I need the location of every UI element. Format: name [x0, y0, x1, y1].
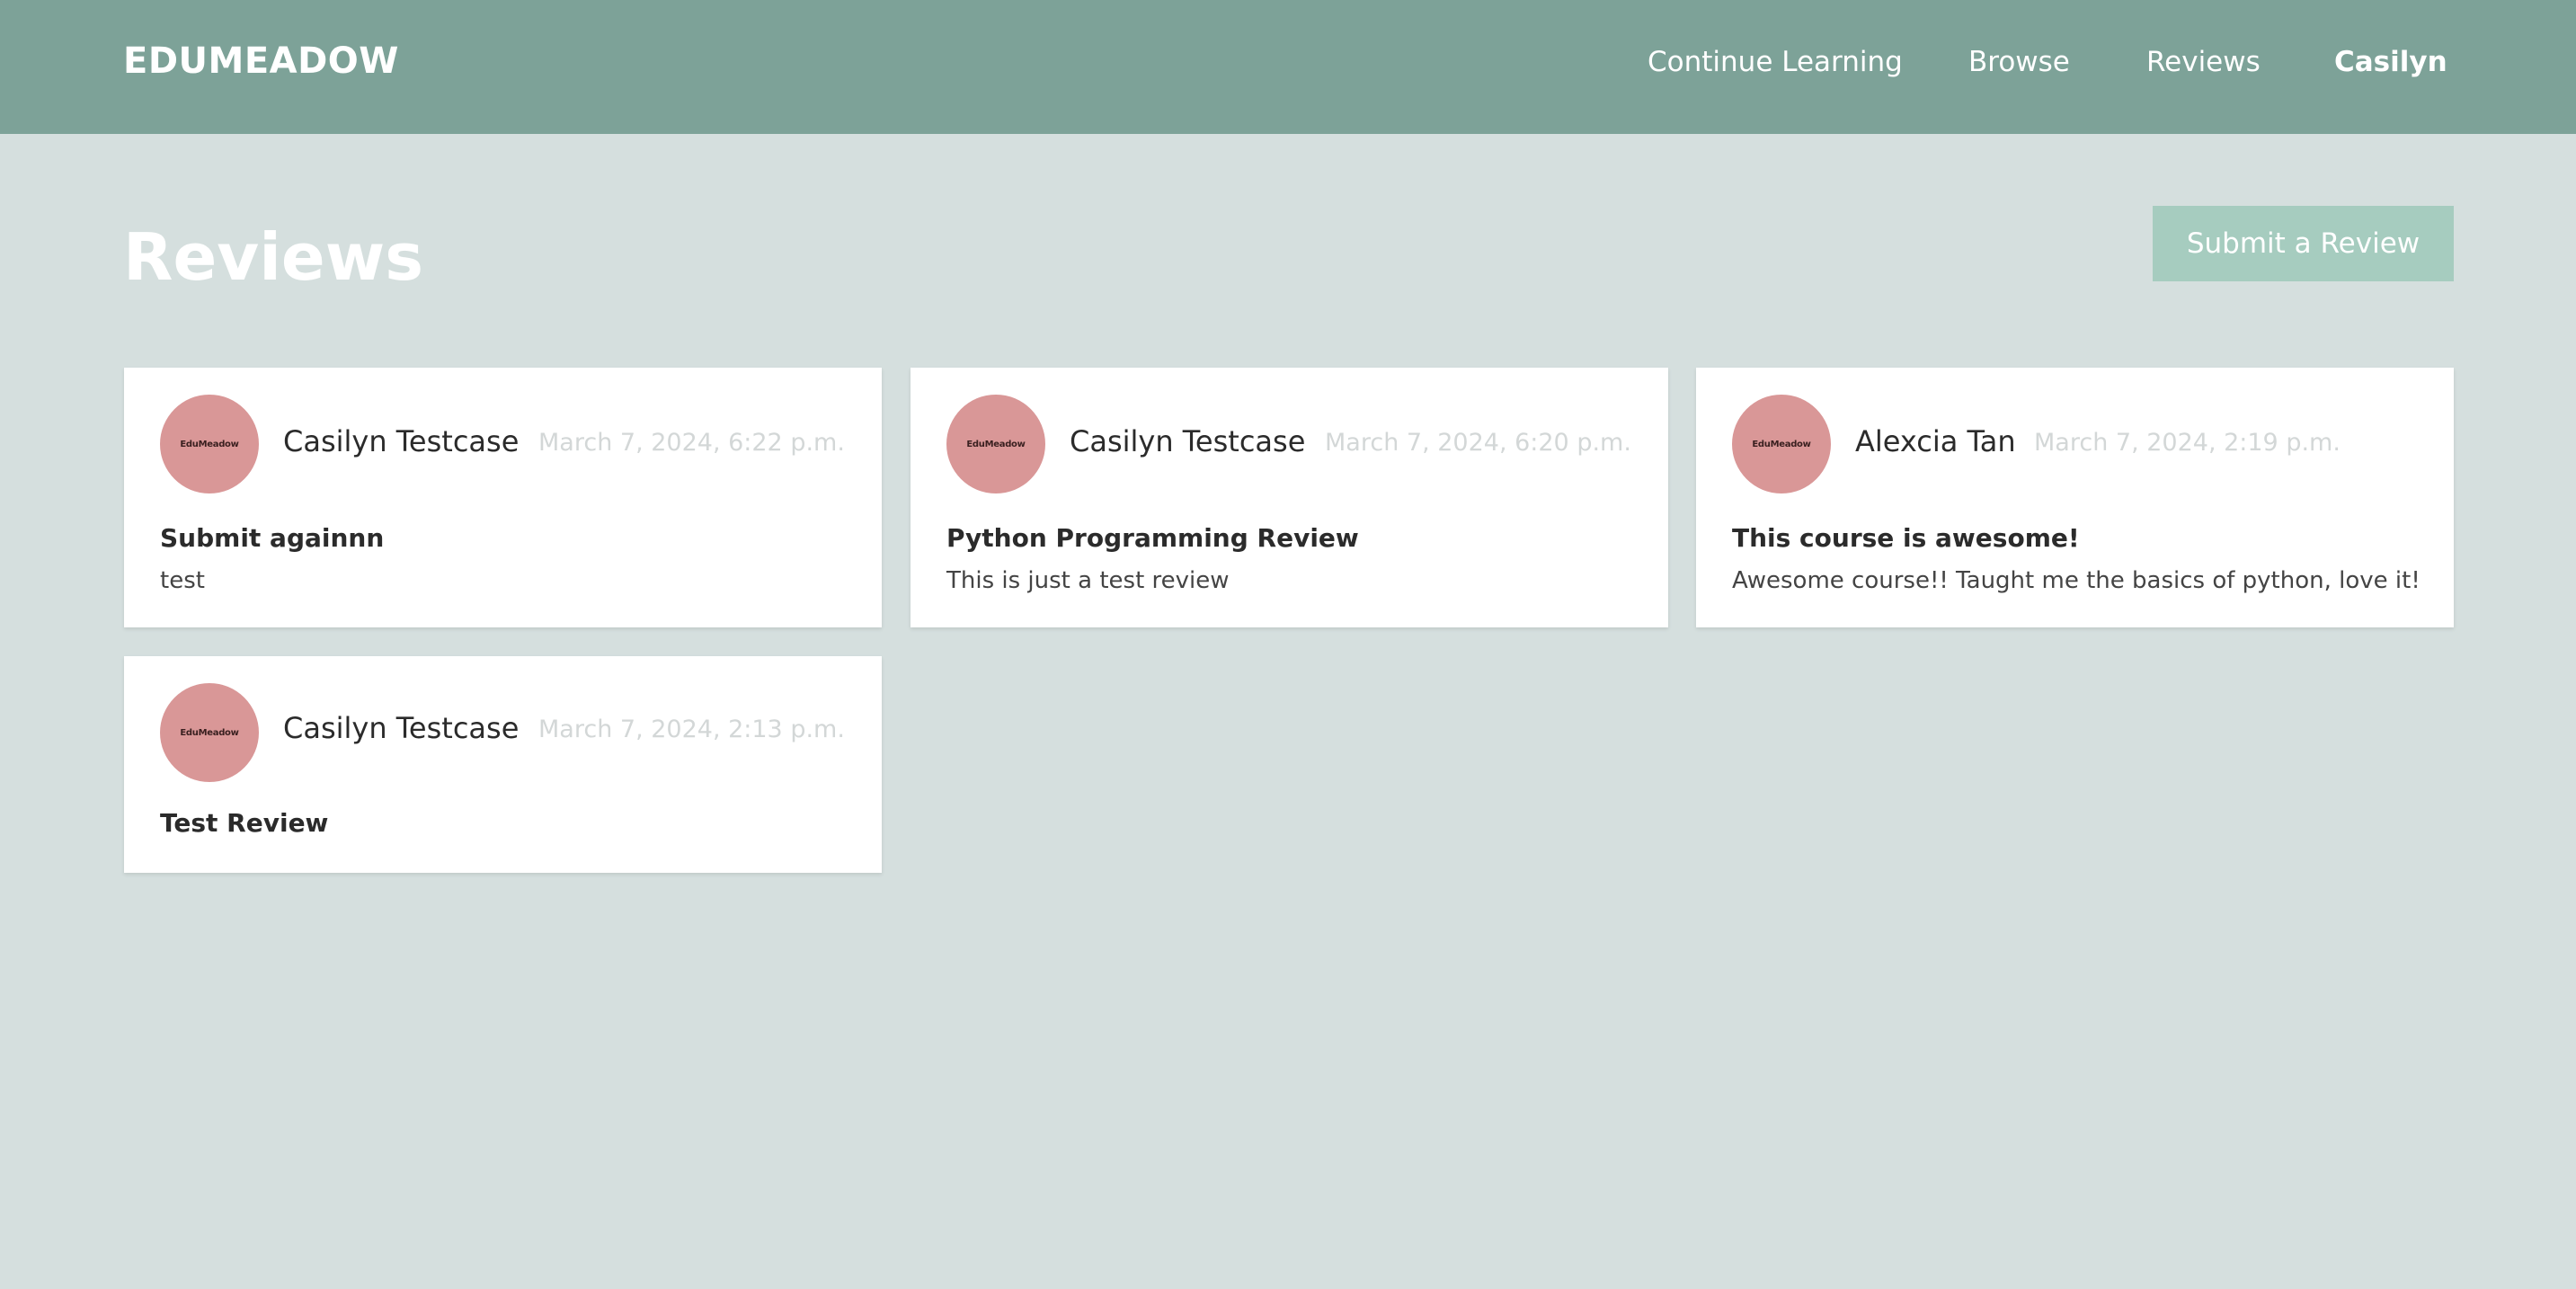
nav-link-user-profile[interactable]: Casilyn: [2334, 40, 2447, 84]
review-date: March 7, 2024, 6:22 p.m.: [538, 429, 845, 457]
nav-link-continue-learning[interactable]: Continue Learning: [1648, 40, 1903, 84]
avatar: EduMeadow: [160, 683, 259, 782]
review-date: March 7, 2024, 2:19 p.m.: [2034, 429, 2341, 457]
submit-review-button[interactable]: Submit a Review: [2153, 206, 2454, 281]
brand-logo[interactable]: EDUMEADOW: [123, 36, 399, 86]
review-author: Casilyn Testcase: [1070, 424, 1306, 458]
review-card: EduMeadow Alexcia Tan March 7, 2024, 2:1…: [1696, 368, 2454, 627]
review-card: EduMeadow Casilyn Testcase March 7, 2024…: [124, 656, 882, 873]
review-body: This is just a test review: [946, 567, 1230, 594]
review-card: EduMeadow Casilyn Testcase March 7, 2024…: [910, 368, 1668, 627]
review-author: Alexcia Tan: [1855, 424, 2016, 458]
review-author: Casilyn Testcase: [283, 424, 520, 458]
review-body: test: [160, 567, 205, 594]
review-title: This course is awesome!: [1732, 523, 2080, 553]
nav-link-browse[interactable]: Browse: [1968, 40, 2070, 84]
review-date: March 7, 2024, 6:20 p.m.: [1325, 429, 1631, 457]
review-author: Casilyn Testcase: [283, 711, 520, 745]
navbar: EDUMEADOW Continue Learning Browse Revie…: [0, 0, 2576, 134]
avatar: EduMeadow: [160, 395, 259, 493]
review-title: Submit againnn: [160, 523, 385, 553]
avatar: EduMeadow: [1732, 395, 1831, 493]
avatar: EduMeadow: [946, 395, 1045, 493]
review-body: Awesome course!! Taught me the basics of…: [1732, 567, 2421, 594]
review-date: March 7, 2024, 2:13 p.m.: [538, 716, 845, 743]
review-title: Python Programming Review: [946, 523, 1359, 553]
page-title: Reviews: [123, 219, 424, 295]
review-title: Test Review: [160, 808, 329, 838]
nav-link-reviews[interactable]: Reviews: [2146, 40, 2261, 84]
review-card: EduMeadow Casilyn Testcase March 7, 2024…: [124, 368, 882, 627]
